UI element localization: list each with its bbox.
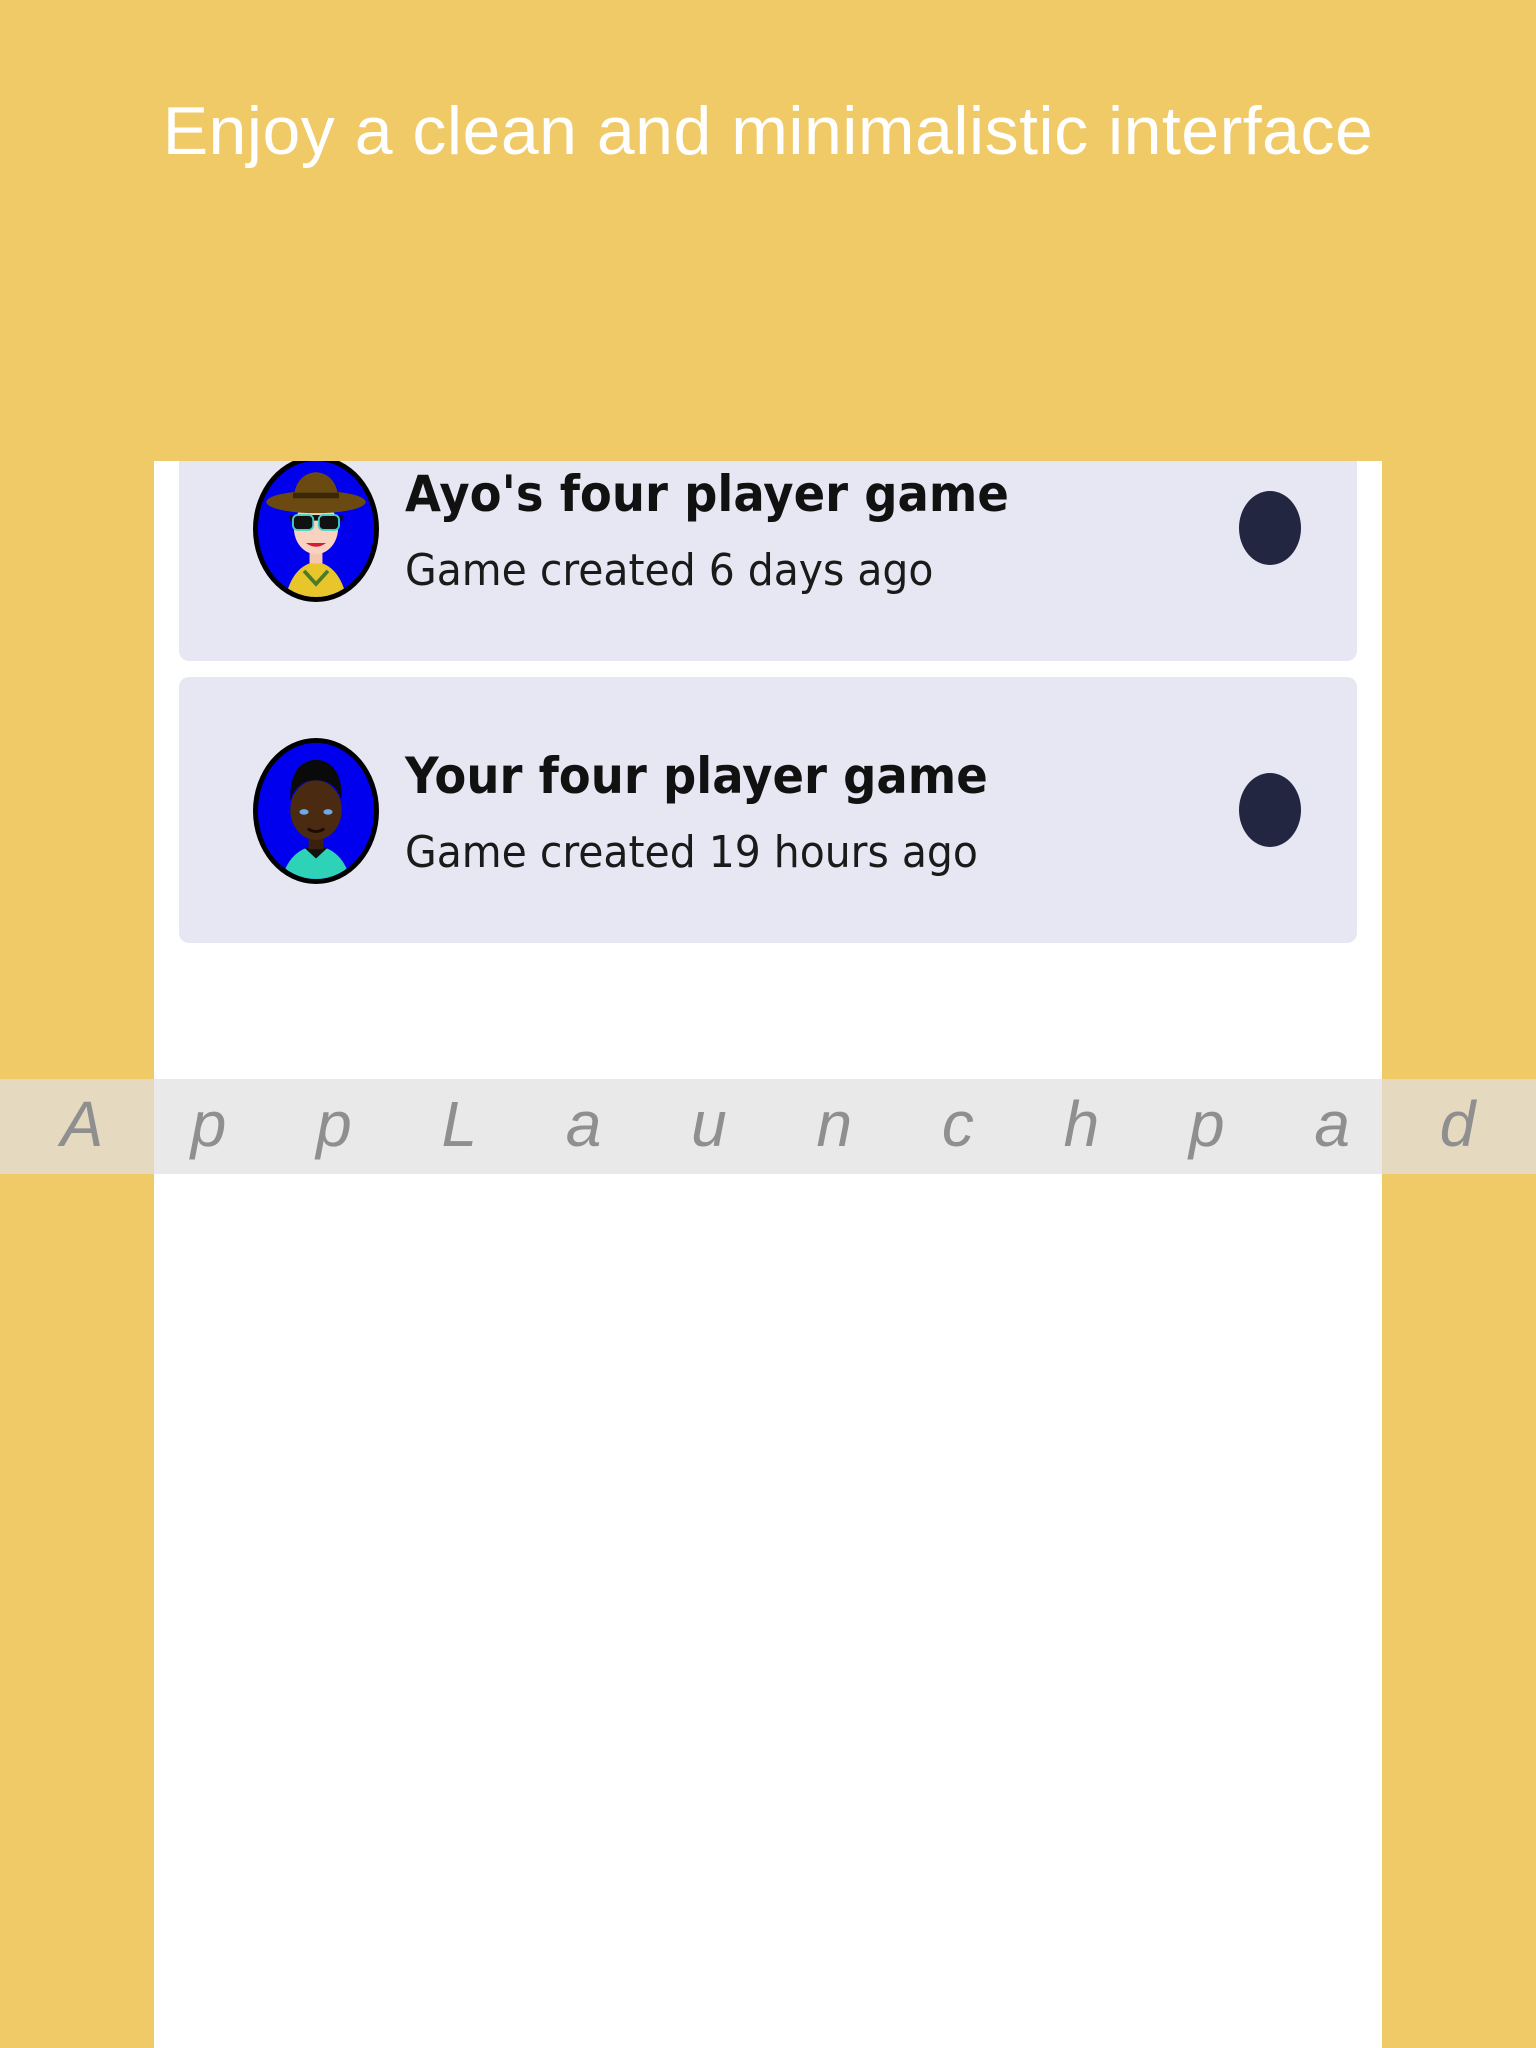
status-indicator — [1239, 491, 1301, 565]
game-title: Your four player game — [405, 747, 988, 805]
game-title: Ayo's four player game — [405, 465, 1009, 523]
player-avatar-hat-sunglasses-icon — [253, 461, 379, 602]
game-created-time: Game created 19 hours ago — [405, 827, 978, 878]
game-card[interactable]: Ayo's four player game Game created 6 da… — [179, 461, 1357, 661]
player-avatar-dark-hair-icon — [253, 738, 379, 884]
watermark-text: A p p L a u n c h p a d — [60, 1088, 1512, 1160]
game-created-time: Game created 6 days ago — [405, 545, 934, 596]
status-indicator — [1239, 773, 1301, 847]
phone-screen: Ayo's four player game Game created 6 da… — [154, 461, 1382, 2048]
game-card[interactable]: Your four player game Game created 19 ho… — [179, 677, 1357, 943]
promo-headline: Enjoy a clean and minimalistic interface — [162, 93, 1374, 169]
